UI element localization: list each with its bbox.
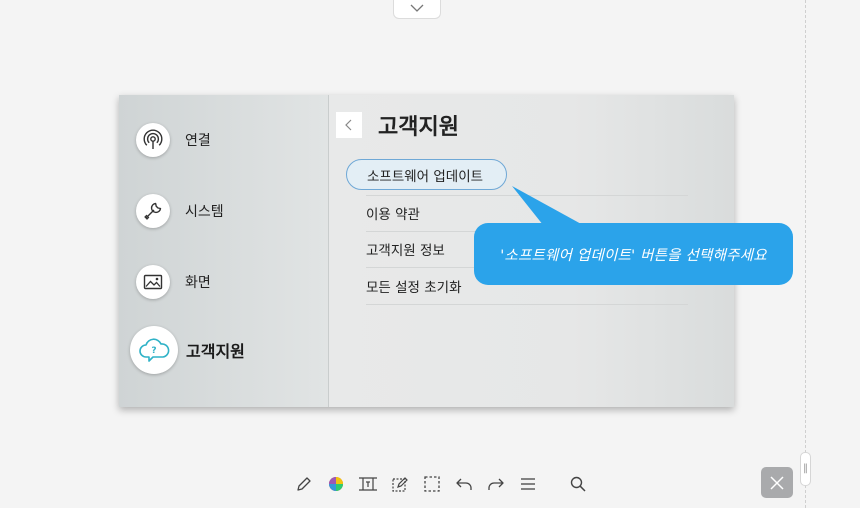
search-icon xyxy=(570,476,586,492)
broadcast-icon xyxy=(136,123,170,157)
picture-icon xyxy=(136,265,170,299)
collapse-tab[interactable] xyxy=(393,0,441,19)
page-title: 고객지원 xyxy=(378,115,459,140)
sidebar-item-display[interactable]: 화면 xyxy=(136,265,211,299)
settings-sidebar: 연결 시스템 화면 ? 고객지원 xyxy=(119,95,329,407)
instruction-callout: '소프트웨어 업데이트' 버튼을 선택해주세요 xyxy=(474,223,793,285)
sidebar-item-system[interactable]: 시스템 xyxy=(136,194,224,228)
search-button[interactable] xyxy=(566,472,590,496)
callout-text: '소프트웨어 업데이트' 버튼을 선택해주세요 xyxy=(500,247,767,264)
text-frame-tool[interactable] xyxy=(356,472,380,496)
menu-icon xyxy=(521,478,535,490)
chevron-down-icon xyxy=(410,4,424,12)
menu-item-label: 모든 설정 초기화 xyxy=(366,280,462,296)
close-icon xyxy=(770,475,784,490)
undo-icon xyxy=(456,478,472,490)
color-picker[interactable] xyxy=(324,472,348,496)
back-button[interactable] xyxy=(336,112,362,138)
sidebar-item-connection[interactable]: 연결 xyxy=(136,123,211,157)
sidebar-item-label: 연결 xyxy=(185,133,211,149)
color-wheel-icon xyxy=(329,477,343,491)
select-rect-tool[interactable] xyxy=(420,472,444,496)
select-rect-icon xyxy=(424,476,440,492)
redo-button[interactable] xyxy=(484,472,508,496)
wrench-icon xyxy=(136,194,170,228)
edit-note-icon xyxy=(392,477,408,492)
svg-text:?: ? xyxy=(151,346,156,356)
menu-item-label: 이용 약관 xyxy=(366,207,420,223)
pen-icon xyxy=(297,477,311,491)
page-divider xyxy=(805,0,806,508)
undo-button[interactable] xyxy=(452,472,476,496)
sidebar-item-label: 시스템 xyxy=(185,204,224,220)
help-cloud-icon: ? xyxy=(130,326,178,374)
chevron-left-icon xyxy=(345,119,352,131)
close-button[interactable] xyxy=(761,467,793,498)
bottom-toolbar xyxy=(292,472,598,496)
sidebar-item-label: 화면 xyxy=(185,275,211,291)
redo-icon xyxy=(488,478,504,490)
edit-note-tool[interactable] xyxy=(388,472,412,496)
text-frame-icon xyxy=(359,477,377,491)
pen-tool[interactable] xyxy=(292,472,316,496)
side-drag-handle[interactable]: ‖ xyxy=(800,452,811,486)
menu-button[interactable] xyxy=(516,472,540,496)
sidebar-item-support[interactable]: ? 고객지원 xyxy=(130,326,245,374)
sidebar-item-label: 고객지원 xyxy=(186,342,245,361)
menu-item-label: 고객지원 정보 xyxy=(366,243,445,259)
menu-item-software-update[interactable]: 소프트웨어 업데이트 xyxy=(346,159,507,190)
